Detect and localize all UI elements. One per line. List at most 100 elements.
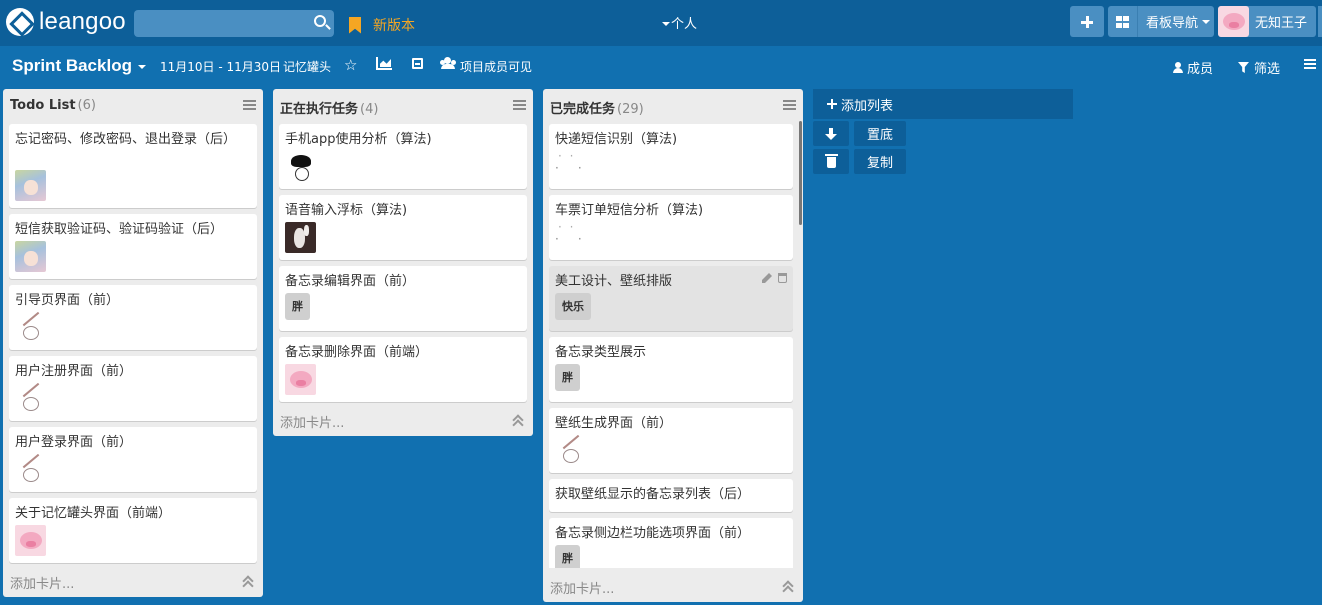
list-footer: 添加卡片... <box>543 570 803 602</box>
user-avatar <box>1218 6 1249 37</box>
assignee-avatar <box>15 312 46 343</box>
user-menu[interactable]: 无知王子 <box>1218 6 1316 37</box>
card[interactable]: 手机app使用分析（算法) <box>279 124 527 189</box>
move-bottom-label: 置底 <box>866 128 893 143</box>
menu-icon <box>1304 59 1316 69</box>
sprint-dates: 11月10日 - 11月30日 <box>160 60 282 74</box>
visibility-label[interactable]: 项目成员可见 <box>460 58 532 75</box>
add-card-link[interactable]: 添加卡片... <box>280 412 344 431</box>
loading-avatar <box>555 151 586 182</box>
delete-icon[interactable] <box>778 273 787 283</box>
list-title: Todo List (6) <box>10 98 96 113</box>
create-button[interactable] <box>1070 6 1104 37</box>
loading-avatar <box>555 222 586 253</box>
plus-icon <box>827 99 837 109</box>
grid-icon <box>1116 15 1129 28</box>
card-title: 车票订单短信分析（算法) <box>555 203 704 218</box>
card[interactable]: 备忘录编辑界面（前） 胖 <box>279 266 527 331</box>
list-title: 正在执行任务 (4) <box>280 102 379 117</box>
move-bottom-button[interactable]: 置底 <box>854 121 906 146</box>
add-list-label: 添加列表 <box>841 98 894 114</box>
card-title: 引导页界面（前） <box>15 293 120 308</box>
group-icon[interactable] <box>440 57 456 69</box>
card-title: 备忘录编辑界面（前） <box>285 274 416 289</box>
list-done: 已完成任务(29) 快递短信识别（算法) 车票订单短信分析（算法) 美工设计、壁… <box>543 89 803 602</box>
assignee-avatar <box>15 525 46 556</box>
new-version-link[interactable]: 新版本 <box>349 15 415 35</box>
list-scrollbar[interactable] <box>799 121 802 225</box>
collapse-icon[interactable] <box>412 58 423 69</box>
board-menu-button[interactable] <box>1304 59 1316 69</box>
card-title: 备忘录类型展示 <box>555 345 647 360</box>
card[interactable]: 备忘录类型展示 胖 <box>549 337 793 402</box>
card[interactable]: 引导页界面（前） <box>9 285 257 350</box>
burndown-chart-icon[interactable] <box>376 57 392 70</box>
list-menu-icon[interactable] <box>783 100 796 111</box>
card[interactable]: 用户登录界面（前） <box>9 427 257 492</box>
card[interactable]: 美工设计、壁纸排版 快乐 <box>549 266 793 331</box>
overflow-button[interactable] <box>1318 6 1322 37</box>
card-title: 用户登录界面（前） <box>15 435 133 450</box>
assignee-avatar <box>15 383 46 414</box>
list-footer: 添加卡片... <box>3 565 263 597</box>
leangoo-logo[interactable]: leangoo <box>6 8 126 36</box>
card[interactable]: 备忘录侧边栏功能选项界面（前） 胖 <box>549 518 793 568</box>
new-version-label: 新版本 <box>373 18 415 34</box>
card[interactable]: 备忘录删除界面（前端） <box>279 337 527 402</box>
list-header[interactable]: Todo List (6) <box>3 89 263 121</box>
add-card-link[interactable]: 添加卡片... <box>10 573 74 592</box>
collapse-up-icon[interactable] <box>513 414 523 426</box>
list-in-progress: 正在执行任务 (4) 手机app使用分析（算法) 语音输入浮标（算法) 备忘录编辑… <box>273 89 533 436</box>
caret-down-icon <box>137 64 146 69</box>
card[interactable]: 语音输入浮标（算法) <box>279 195 527 260</box>
workspace-label: 个人 <box>671 17 698 32</box>
card-title: 壁纸生成界面（前） <box>555 416 673 431</box>
card[interactable]: 快递短信识别（算法) <box>549 124 793 189</box>
add-list-button[interactable]: 添加列表 <box>813 89 1073 119</box>
list-footer: 添加卡片... <box>273 404 533 436</box>
collapse-up-icon[interactable] <box>243 575 253 587</box>
workspace-switcher[interactable]: 个人 <box>662 13 697 32</box>
list-header[interactable]: 已完成任务 (29) <box>543 89 803 121</box>
search-input[interactable] <box>134 10 334 37</box>
divider <box>1137 6 1138 37</box>
assignee-avatar <box>285 364 316 395</box>
arrow-down-icon <box>825 127 837 140</box>
card-title: 备忘录删除界面（前端） <box>285 345 429 360</box>
board-title-dropdown[interactable]: Sprint Backlog <box>12 56 146 76</box>
assignee-avatar <box>285 222 316 253</box>
move-bottom-icon-button[interactable] <box>813 121 849 146</box>
assignee-avatar <box>15 454 46 485</box>
card-title: 关于记忆罐头界面（前端） <box>15 506 172 521</box>
list-menu-icon[interactable] <box>243 100 256 111</box>
card[interactable]: 忘记密码、修改密码、退出登录（后） <box>9 124 257 208</box>
card[interactable]: 车票订单短信分析（算法) <box>549 195 793 260</box>
card-list: 快递短信识别（算法) 车票订单短信分析（算法) 美工设计、壁纸排版 快乐 备忘录… <box>549 121 793 568</box>
copy-button[interactable]: 复制 <box>854 149 906 174</box>
list-menu-icon[interactable] <box>513 100 526 111</box>
card[interactable]: 壁纸生成界面（前） <box>549 408 793 473</box>
card-title: 短信获取验证码、验证码验证（后） <box>15 222 224 237</box>
copy-icon-button[interactable] <box>813 149 849 174</box>
card-list: 忘记密码、修改密码、退出登录（后） 短信获取验证码、验证码验证（后） 引导页界面… <box>9 121 257 564</box>
card-title: 获取壁纸显示的备忘录列表（后） <box>555 487 751 502</box>
board-nav-button[interactable]: 看板导航 <box>1108 6 1214 37</box>
card[interactable]: 用户注册界面（前） <box>9 356 257 421</box>
search-icon[interactable] <box>314 15 326 27</box>
card[interactable]: 短信获取验证码、验证码验证（后） <box>9 214 257 279</box>
collapse-up-icon[interactable] <box>783 580 793 592</box>
card[interactable]: 关于记忆罐头界面（前端） <box>9 498 257 563</box>
add-card-link[interactable]: 添加卡片... <box>550 578 614 597</box>
card-label: 胖 <box>555 364 580 391</box>
card-label: 胖 <box>555 545 580 568</box>
card-title: 美工设计、壁纸排版 <box>555 274 673 289</box>
star-icon[interactable]: ☆ <box>344 56 357 74</box>
copy-label: 复制 <box>866 156 893 171</box>
edit-icon[interactable] <box>762 273 772 283</box>
list-title: 已完成任务 (29) <box>550 102 644 117</box>
card[interactable]: 获取壁纸显示的备忘录列表（后） <box>549 479 793 512</box>
filter-button[interactable]: 筛选 <box>1238 58 1280 77</box>
caret-down-icon <box>662 22 670 26</box>
list-header[interactable]: 正在执行任务 (4) <box>273 89 533 121</box>
members-button[interactable]: 成员 <box>1173 58 1213 77</box>
